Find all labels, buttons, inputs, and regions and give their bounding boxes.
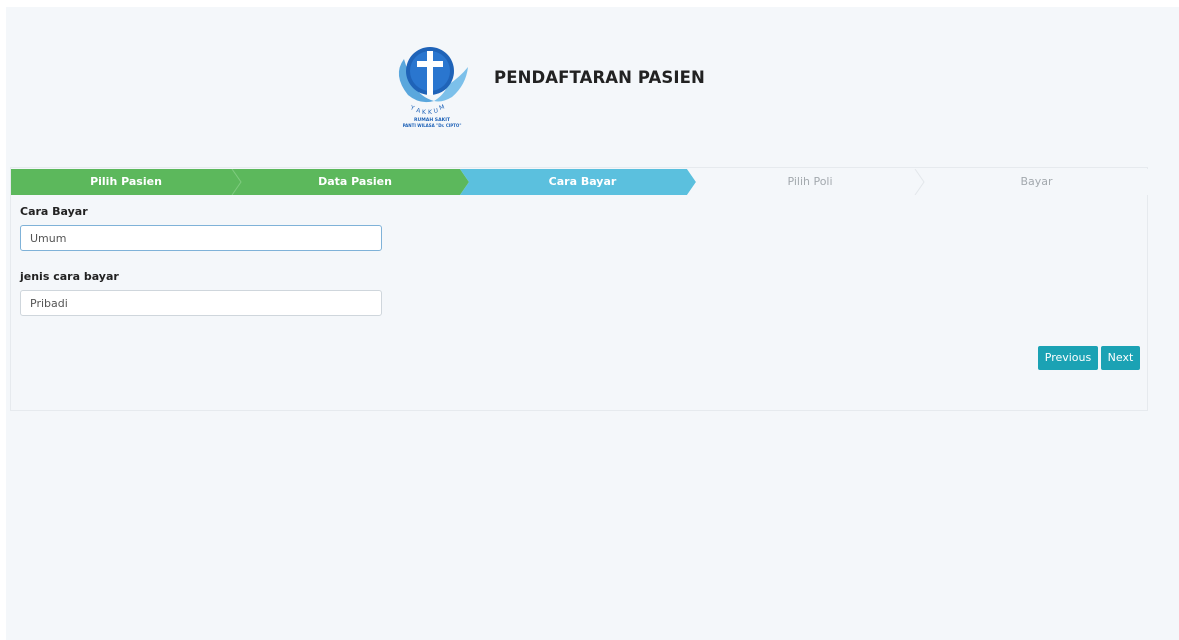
registration-wizard: Pilih Pasien Data Pasien Cara Bayar Pili… <box>10 167 1149 411</box>
step-cara-bayar[interactable]: Cara Bayar <box>469 169 696 195</box>
page: Y A K K U M RUMAH SAKIT PANTI WILASA "Dr… <box>6 7 1179 640</box>
page-title: PENDAFTARAN PASIEN <box>494 68 705 87</box>
jenis-cara-bayar-label: jenis cara bayar <box>20 270 119 283</box>
svg-text:A: A <box>416 107 422 115</box>
cara-bayar-label: Cara Bayar <box>20 205 88 218</box>
next-button[interactable]: Next <box>1101 346 1140 370</box>
step-bayar[interactable]: Bayar <box>924 169 1149 195</box>
step-pilih-poli[interactable]: Pilih Poli <box>696 169 924 195</box>
svg-text:K: K <box>428 109 433 116</box>
svg-text:Y: Y <box>408 104 415 112</box>
svg-text:U: U <box>433 107 439 115</box>
svg-text:PANTI WILASA "Dr. CIPTO": PANTI WILASA "Dr. CIPTO" <box>403 123 462 128</box>
svg-text:K: K <box>422 109 427 116</box>
header: Y A K K U M RUMAH SAKIT PANTI WILASA "Dr… <box>6 7 1179 132</box>
step-data-pasien[interactable]: Data Pasien <box>241 169 469 195</box>
wizard-steps: Pilih Pasien Data Pasien Cara Bayar Pili… <box>11 169 1149 195</box>
jenis-cara-bayar-input[interactable] <box>20 290 382 316</box>
hospital-logo: Y A K K U M RUMAH SAKIT PANTI WILASA "Dr… <box>390 45 474 131</box>
cara-bayar-input[interactable] <box>20 225 382 251</box>
svg-text:M: M <box>438 104 445 112</box>
previous-button[interactable]: Previous <box>1038 346 1098 370</box>
step-pilih-pasien[interactable]: Pilih Pasien <box>11 169 241 195</box>
